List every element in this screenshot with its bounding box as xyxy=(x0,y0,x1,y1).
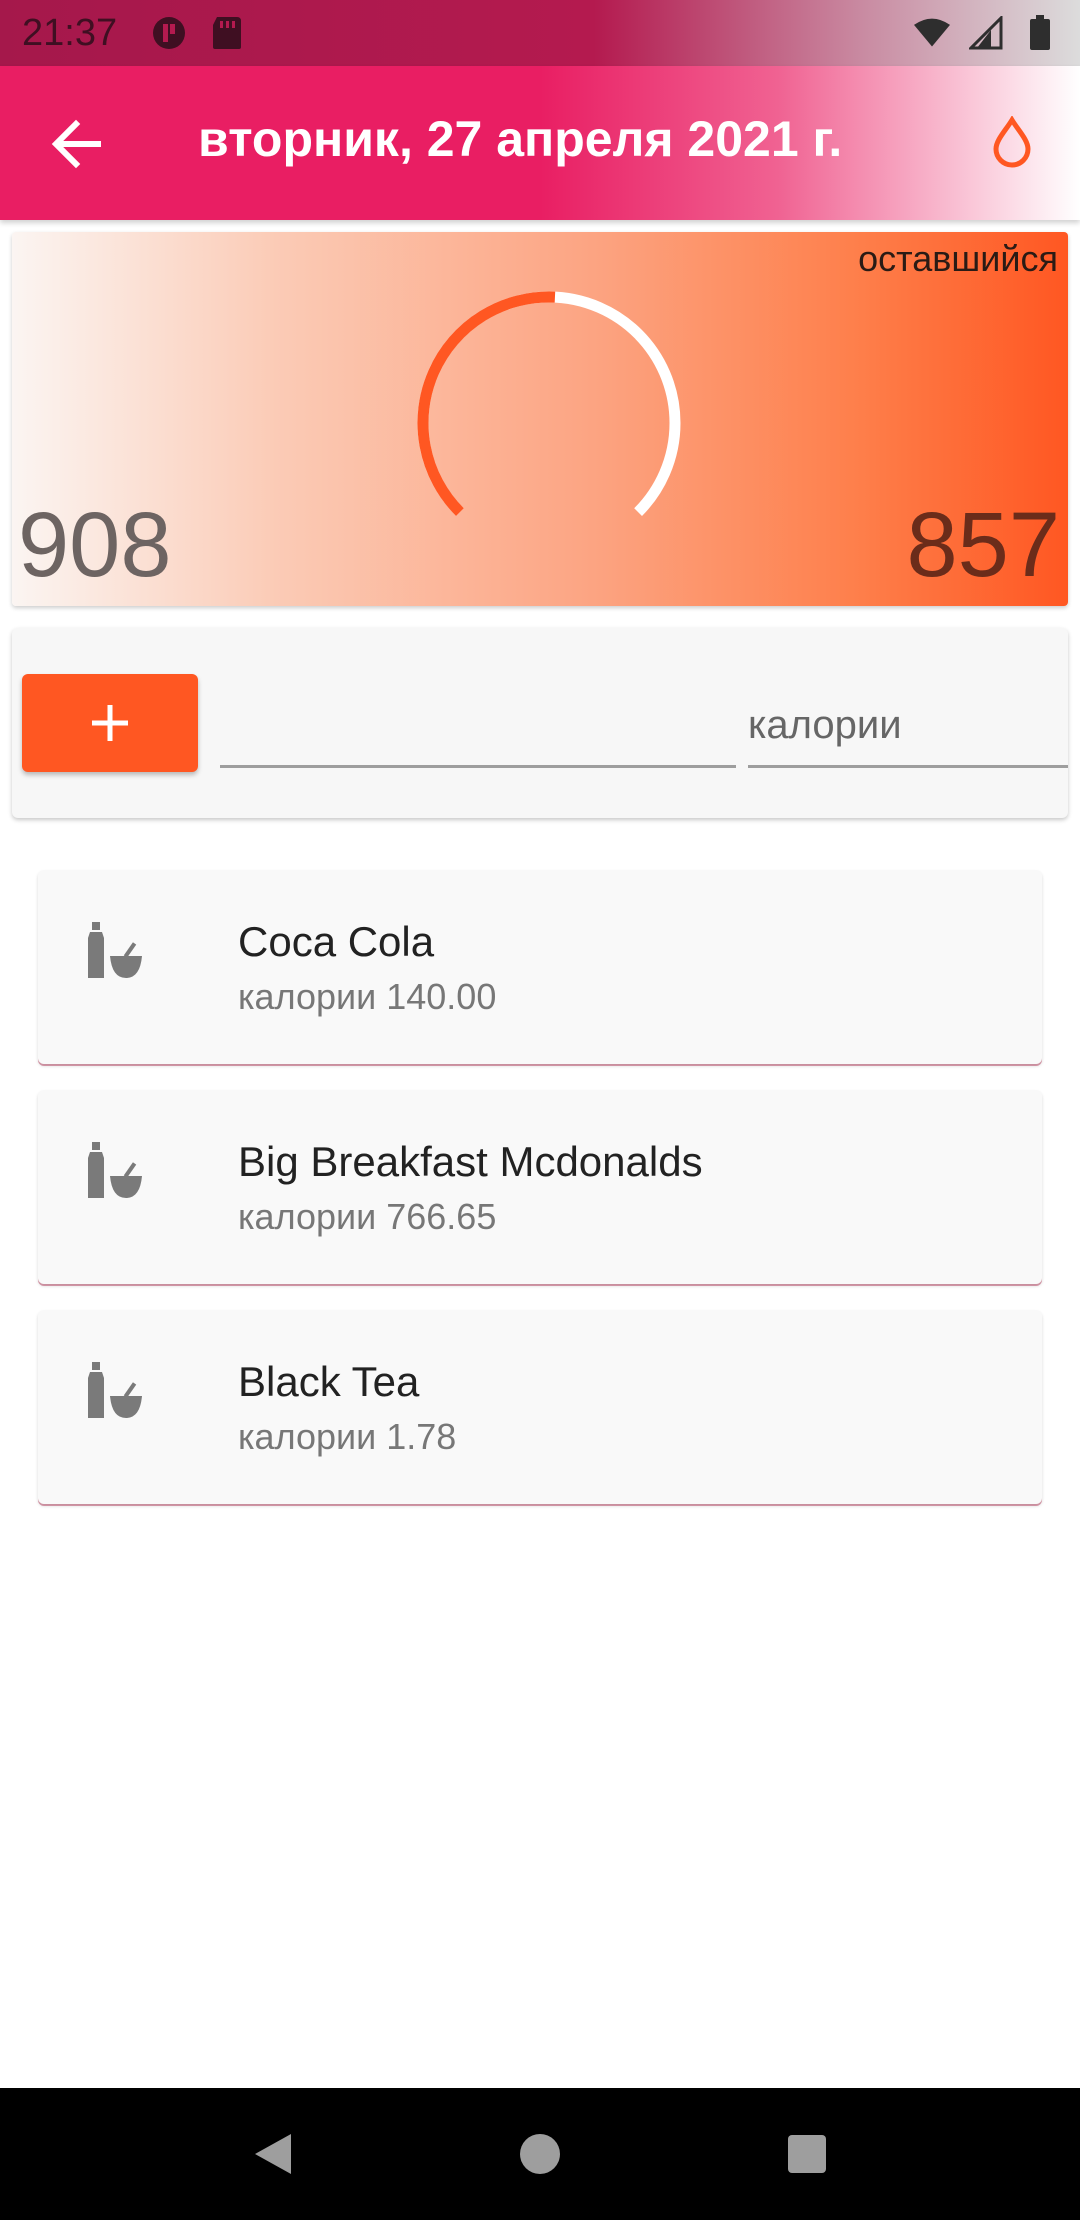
app-notification-icon xyxy=(151,15,187,51)
circle-home-icon xyxy=(519,2134,560,2174)
plus-icon xyxy=(92,705,128,741)
calorie-gauge xyxy=(417,291,681,516)
calories-input[interactable] xyxy=(748,686,1068,768)
water-drop-icon xyxy=(993,116,1031,168)
food-name-input[interactable] xyxy=(220,686,736,768)
app-bar: вторник, 27 апреля 2021 г. xyxy=(0,66,1080,220)
food-list-item[interactable]: Big Breakfast Mcdonalds калории 766.65 xyxy=(38,1090,1042,1284)
food-name: Big Breakfast Mcdonalds xyxy=(238,1138,703,1185)
triangle-back-icon xyxy=(255,2134,292,2174)
sd-card-icon xyxy=(209,15,245,51)
remaining-label: оставшийся xyxy=(858,238,1058,279)
food-calories: калории 140.00 xyxy=(238,976,497,1017)
square-recents-icon xyxy=(787,2135,826,2173)
wifi-icon xyxy=(914,15,950,51)
battery-icon xyxy=(1022,15,1058,51)
food-bottle-bowl-icon xyxy=(88,1362,142,1418)
nav-home-button[interactable] xyxy=(500,2114,580,2194)
calorie-summary-card: оставшийся 908 857 xyxy=(12,232,1068,606)
food-list-item[interactable]: Coca Cola калории 140.00 xyxy=(38,870,1042,1064)
food-name: Black Tea xyxy=(238,1358,420,1405)
arrow-back-icon xyxy=(51,119,101,169)
gauge-fill xyxy=(417,291,556,516)
back-button[interactable] xyxy=(44,112,108,176)
system-nav-bar xyxy=(0,2088,1080,2220)
food-bottle-bowl-icon xyxy=(88,1142,142,1198)
food-list-item[interactable]: Black Tea калории 1.78 xyxy=(38,1310,1042,1504)
status-bar: 21:37 xyxy=(0,0,1080,66)
food-name: Coca Cola xyxy=(238,918,435,965)
food-calories: калории 1.78 xyxy=(238,1416,457,1457)
status-time: 21:37 xyxy=(22,11,118,54)
nav-back-button[interactable] xyxy=(233,2114,313,2194)
water-button[interactable] xyxy=(980,110,1044,174)
add-food-card xyxy=(12,628,1068,818)
food-bottle-bowl-icon xyxy=(88,922,142,978)
page-title: вторник, 27 апреля 2021 г. xyxy=(198,111,843,167)
add-food-button[interactable] xyxy=(22,674,198,772)
remaining-calories: 857 xyxy=(906,494,1061,596)
cellular-signal-icon xyxy=(968,15,1004,51)
nav-recents-button[interactable] xyxy=(767,2114,847,2194)
consumed-calories: 908 xyxy=(18,494,172,596)
food-calories: калории 766.65 xyxy=(238,1196,497,1237)
